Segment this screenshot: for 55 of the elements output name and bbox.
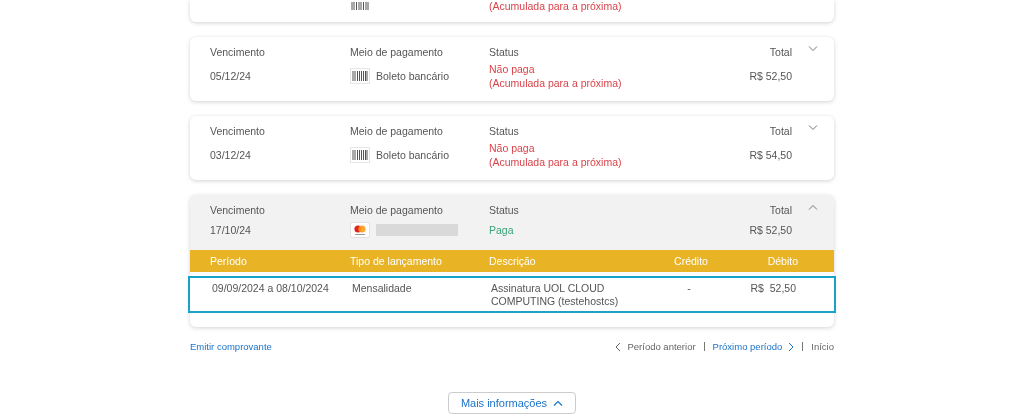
column-label: Vencimento	[210, 125, 266, 137]
payment-method: Boleto bancário	[376, 70, 449, 82]
invoice-card[interactable]: Vencimento Meio de pagamento Status Total 05/12/24 Boleto bancário Não paga (Acumulada para a próxima) R$ 52,50	[190, 37, 834, 101]
due-date: 03/12/24	[210, 149, 252, 161]
payment-status: Não paga	[489, 141, 536, 155]
column-header: Crédito	[673, 255, 709, 267]
table-row[interactable]: 09/09/2024 a 08/10/2024 Mensalidade Assinatura UOL CLOUD COMPUTING (testehostcs) - R$ 52,50	[188, 276, 836, 313]
more-info-button[interactable]: Mais informações	[447, 392, 577, 414]
table-cell-text: Assinatura UOL CLOUD COMPUTING (testehostcs)	[491, 282, 620, 308]
column-label: Status	[489, 125, 520, 137]
payment-status: Paga	[489, 223, 515, 237]
card-brand-icon	[350, 222, 370, 238]
column-header: Período	[210, 255, 248, 267]
total-amount: R$ 54,50	[748, 149, 792, 161]
column-label: Total	[768, 204, 792, 216]
column-header: Descrição	[489, 255, 537, 267]
payment-method: Boleto bancário	[376, 149, 449, 161]
table-cell-text: R$ 52,50	[749, 282, 796, 295]
chevron-icon[interactable]	[808, 46, 818, 52]
table-cell-text: -	[686, 282, 692, 295]
chevron-icon[interactable]	[808, 204, 818, 210]
issue-receipt-link[interactable]: Emitir comprovante	[190, 341, 272, 352]
invoice-card[interactable]	[190, 195, 834, 327]
payment-status: Não paga	[489, 62, 536, 76]
chevron-up-icon	[553, 400, 564, 406]
due-date: 17/10/24	[210, 224, 252, 236]
table-cell-text: 09/09/2024 a 08/10/2024	[212, 282, 330, 295]
total-amount: R$ 52,50	[748, 70, 792, 82]
column-label: Meio de pagamento	[350, 204, 444, 216]
column-label: Vencimento	[210, 46, 266, 58]
column-label: Meio de pagamento	[350, 125, 444, 137]
column-label: Vencimento	[210, 204, 266, 216]
column-header: Débito	[766, 255, 798, 267]
column-label: Meio de pagamento	[350, 46, 444, 58]
column-label: Total	[768, 125, 792, 137]
pagination-link[interactable]: Período anterior	[615, 341, 696, 352]
barcode-icon	[350, 68, 370, 84]
status-note: (Acumulada para a próxima)	[489, 155, 623, 169]
due-date: 05/12/24	[210, 70, 252, 82]
chevron-icon[interactable]	[808, 125, 818, 131]
status-note: (Acumulada para a próxima)	[489, 76, 623, 90]
status-note: (Acumulada para a próxima)	[489, 0, 623, 12]
chevron-right-icon	[788, 341, 795, 352]
barcode-icon	[350, 2, 370, 10]
table-cell-text: Mensalidade	[352, 282, 413, 295]
barcode-icon	[350, 147, 370, 163]
pagination-link[interactable]: Início	[811, 341, 834, 352]
column-label: Status	[489, 46, 520, 58]
column-label: Total	[768, 46, 792, 58]
chevron-left-icon	[615, 341, 622, 352]
total-amount: R$ 52,50	[748, 224, 792, 236]
column-header: Tipo de lançamento	[350, 255, 443, 267]
pagination-link[interactable]: Próximo período	[712, 341, 795, 352]
column-label: Status	[489, 204, 520, 216]
invoice-card[interactable]: Vencimento Meio de pagamento Status Total 03/12/24 Boleto bancário Não paga (Acumulada para a próxima) R$ 54,50	[190, 116, 834, 180]
